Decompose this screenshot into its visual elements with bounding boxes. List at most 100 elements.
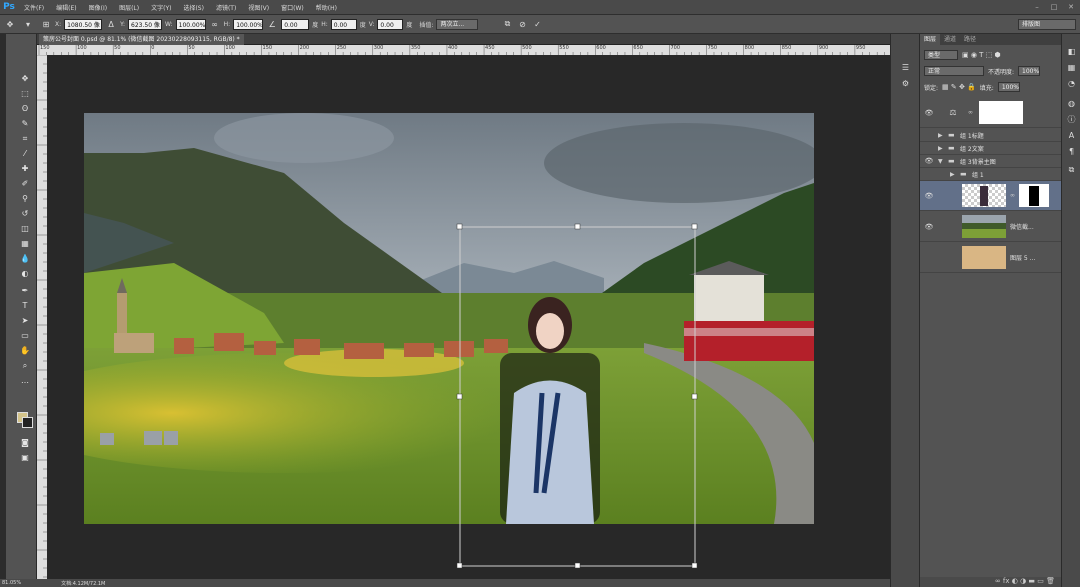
angle-input[interactable]: 0.00	[281, 18, 310, 30]
canvas-workspace[interactable]	[47, 55, 890, 579]
character-icon[interactable]: A	[1066, 130, 1077, 141]
quick-mask-icon[interactable]: ◙	[18, 436, 32, 449]
tab-channels[interactable]: 通道	[940, 34, 960, 45]
vertical-ruler[interactable]	[37, 55, 47, 579]
layer-row[interactable]: 👁 ▼ ▬ 组 3背景主图	[920, 155, 1061, 168]
layer-row-selected[interactable]: 👁 ∞	[920, 181, 1061, 211]
visibility-eye-icon[interactable]: 👁	[920, 109, 938, 117]
layer-row[interactable]: 图层 5 ...	[920, 243, 1061, 273]
screen-mode-icon[interactable]: ▣	[18, 451, 32, 464]
properties-icon[interactable]: ⚙	[900, 78, 911, 89]
history-brush-tool-icon[interactable]: ↺	[18, 207, 32, 220]
reference-point-icon[interactable]: ⊞	[40, 18, 52, 30]
interpolation-select[interactable]: 两次立...	[436, 18, 479, 30]
maximize-icon[interactable]: □	[1047, 0, 1061, 14]
shape-tool-icon[interactable]: ▭	[18, 329, 32, 342]
menu-filter[interactable]: 滤镜(T)	[210, 3, 242, 12]
eraser-tool-icon[interactable]: ◫	[18, 222, 32, 235]
pen-tool-icon[interactable]: ✒	[18, 284, 32, 297]
history-icon[interactable]: ☰	[900, 62, 911, 73]
gradient-tool-icon[interactable]: ▦	[18, 237, 32, 250]
menu-window[interactable]: 窗口(W)	[275, 3, 310, 12]
menu-edit[interactable]: 编辑(E)	[50, 3, 82, 12]
menu-type[interactable]: 文字(Y)	[145, 3, 177, 12]
minimize-icon[interactable]: –	[1030, 0, 1044, 14]
move-tool-icon[interactable]: ✥	[18, 72, 32, 85]
tab-paths[interactable]: 路径	[960, 34, 980, 45]
zoom-level[interactable]: 81.05%	[2, 580, 21, 586]
menu-layer[interactable]: 图层(L)	[113, 3, 145, 12]
brush-tool-icon[interactable]: ✐	[18, 177, 32, 190]
menu-file[interactable]: 文件(F)	[18, 3, 50, 12]
opacity-input[interactable]: 100%	[1018, 66, 1041, 76]
ruler-tick-label: 750	[707, 45, 718, 51]
link-icon[interactable]: ∞	[209, 18, 221, 30]
expand-arrow-icon[interactable]: ▶	[950, 171, 960, 178]
adjustments-icon[interactable]: ◔	[1066, 78, 1077, 89]
fill-input[interactable]: 100%	[997, 82, 1020, 92]
x-input[interactable]: 1080.50 像	[64, 18, 103, 30]
height-input[interactable]: 100.00%	[233, 18, 264, 30]
delta-icon[interactable]: Δ	[105, 18, 117, 30]
menu-select[interactable]: 选择(S)	[177, 3, 210, 12]
y-input[interactable]: 623.50 像	[128, 18, 163, 30]
dodge-tool-icon[interactable]: ◐	[18, 267, 32, 280]
interpolation-label: 插值:	[419, 21, 434, 29]
collapse-arrow-icon[interactable]: ▼	[938, 158, 948, 165]
commit-transform-icon[interactable]: ✓	[531, 18, 543, 30]
crop-tool-icon[interactable]: ⌗	[18, 132, 32, 145]
cancel-transform-icon[interactable]: ⊘	[516, 18, 528, 30]
healing-brush-tool-icon[interactable]: ✚	[18, 162, 32, 175]
menu-help[interactable]: 帮助(H)	[310, 3, 343, 12]
type-tool-icon[interactable]: T	[18, 299, 32, 312]
visibility-eye-icon[interactable]: 👁	[920, 157, 938, 165]
path-select-tool-icon[interactable]: ➤	[18, 314, 32, 327]
layer-row[interactable]: 👁 ⚖ ∞	[920, 98, 1061, 128]
hand-tool-icon[interactable]: ✋	[18, 344, 32, 357]
tool-preset-picker[interactable]: ▾	[19, 18, 37, 30]
document-info[interactable]: 文档:4.12M/72.1M	[61, 580, 105, 587]
workspace-select[interactable]: 排版图	[1018, 18, 1076, 30]
paragraph-icon[interactable]: ¶	[1066, 146, 1077, 157]
layer-comps-icon[interactable]: ⧉	[1066, 164, 1077, 175]
quick-select-tool-icon[interactable]: ✎	[18, 117, 32, 130]
expand-arrow-icon[interactable]: ▶	[938, 132, 948, 139]
background-color-swatch[interactable]	[22, 417, 33, 428]
styles-icon[interactable]: ◍	[1066, 98, 1077, 109]
tab-layers[interactable]: 图层	[920, 34, 941, 45]
lock-icons[interactable]: ▦ ✎ ✥ 🔒	[942, 83, 976, 91]
filter-icons[interactable]: ▣ ◉ T ⬚ ⬢	[962, 51, 1001, 59]
layer-row[interactable]: ▶ ▬ 组 1	[920, 168, 1061, 181]
blur-tool-icon[interactable]: 💧	[18, 252, 32, 265]
h-skew-input[interactable]: 0.00	[330, 18, 357, 30]
layer-actions-bar[interactable]: ∞ fx ◐ ◑ ▬ ▭ 🗑	[920, 577, 1061, 587]
color-icon[interactable]: ◧	[1066, 46, 1077, 57]
width-input[interactable]: 100.00%	[175, 18, 206, 30]
zoom-tool-icon[interactable]: ⌕	[18, 359, 32, 372]
layer-row[interactable]: ▶ ▬ 组 2文案	[920, 142, 1061, 155]
visibility-eye-icon[interactable]: 👁	[920, 223, 938, 231]
transform-bounding-box[interactable]	[47, 55, 890, 579]
clone-stamp-tool-icon[interactable]: ⚲	[18, 192, 32, 205]
layer-row[interactable]: 👁 微信截...	[920, 212, 1061, 242]
layer-filter-select[interactable]: 类型	[924, 50, 958, 60]
marquee-tool-icon[interactable]: ⬚	[18, 87, 32, 100]
move-tool-icon[interactable]: ✥	[4, 18, 16, 30]
document-tab[interactable]: 策房公号封面 0.psd @ 81.1% (微信截图 2023022809311…	[39, 34, 244, 45]
v-skew-input[interactable]: 0.00	[377, 18, 404, 30]
warp-icon[interactable]: ⧉	[501, 18, 513, 30]
expand-arrow-icon[interactable]: ▶	[938, 145, 948, 152]
info-icon[interactable]: ⓘ	[1066, 114, 1077, 125]
swatches-icon[interactable]: ▦	[1066, 62, 1077, 73]
opacity-label: 不透明度:	[988, 68, 1015, 76]
menu-image[interactable]: 图像(I)	[83, 3, 113, 12]
menu-view[interactable]: 视图(V)	[242, 3, 275, 12]
more-tools-icon[interactable]: …	[18, 374, 32, 387]
layer-row[interactable]: ▶ ▬ 组 1标题	[920, 129, 1061, 142]
visibility-eye-icon[interactable]: 👁	[920, 192, 938, 200]
blend-mode-select[interactable]: 正常	[924, 66, 984, 76]
lasso-tool-icon[interactable]: ʘ	[18, 102, 32, 115]
close-icon[interactable]: ✕	[1064, 0, 1078, 14]
horizontal-ruler[interactable]: 150 100 50 0 50 100 150 200 250 300 350 400 450 500 55…	[37, 45, 890, 55]
eyedropper-tool-icon[interactable]: ⁄	[18, 147, 32, 160]
